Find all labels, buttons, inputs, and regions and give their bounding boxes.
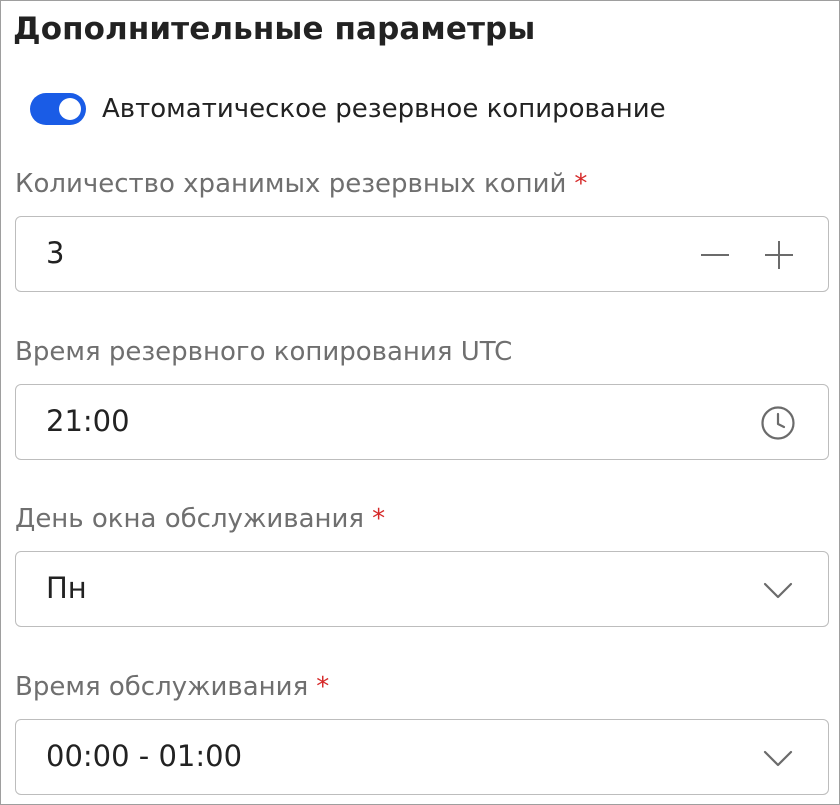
required-mark: * bbox=[574, 169, 588, 199]
required-mark: * bbox=[372, 504, 386, 534]
auto-backup-toggle[interactable] bbox=[30, 93, 86, 125]
backup-time-label: Время резервного копирования UTC bbox=[15, 337, 513, 367]
backup-count-value[interactable]: 3 bbox=[46, 217, 64, 290]
additional-parameters-panel: Дополнительные параметры Автоматическое … bbox=[0, 0, 840, 805]
chevron-down-icon bbox=[762, 574, 794, 606]
maintenance-day-label: День окна обслуживания * bbox=[15, 504, 386, 534]
maintenance-day-select[interactable]: Пн bbox=[15, 551, 829, 627]
backup-count-stepper[interactable]: 3 bbox=[15, 216, 829, 292]
backup-time-input[interactable]: 21:00 bbox=[15, 384, 829, 460]
auto-backup-toggle-row[interactable]: Автоматическое резервное копирование bbox=[30, 91, 666, 127]
chevron-down-icon bbox=[762, 742, 794, 774]
maintenance-time-label: Время обслуживания * bbox=[15, 672, 330, 702]
maintenance-time-value: 00:00 - 01:00 bbox=[46, 739, 243, 773]
section-title: Дополнительные параметры bbox=[13, 11, 536, 47]
maintenance-day-value: Пн bbox=[46, 571, 87, 605]
minus-icon bbox=[699, 239, 731, 271]
toggle-knob bbox=[59, 98, 81, 120]
required-mark: * bbox=[316, 672, 330, 702]
increment-button[interactable] bbox=[759, 235, 799, 275]
maintenance-day-dropdown-button[interactable] bbox=[758, 570, 798, 610]
maintenance-time-dropdown-button[interactable] bbox=[758, 738, 798, 778]
backup-count-label: Количество хранимых резервных копий * bbox=[15, 169, 588, 199]
auto-backup-label: Автоматическое резервное копирование bbox=[102, 94, 666, 124]
clock-icon bbox=[760, 405, 796, 441]
maintenance-time-select[interactable]: 00:00 - 01:00 bbox=[15, 719, 829, 795]
time-picker-button[interactable] bbox=[758, 403, 798, 443]
decrement-button[interactable] bbox=[695, 235, 735, 275]
plus-icon bbox=[763, 239, 795, 271]
backup-time-value[interactable]: 21:00 bbox=[46, 385, 130, 458]
